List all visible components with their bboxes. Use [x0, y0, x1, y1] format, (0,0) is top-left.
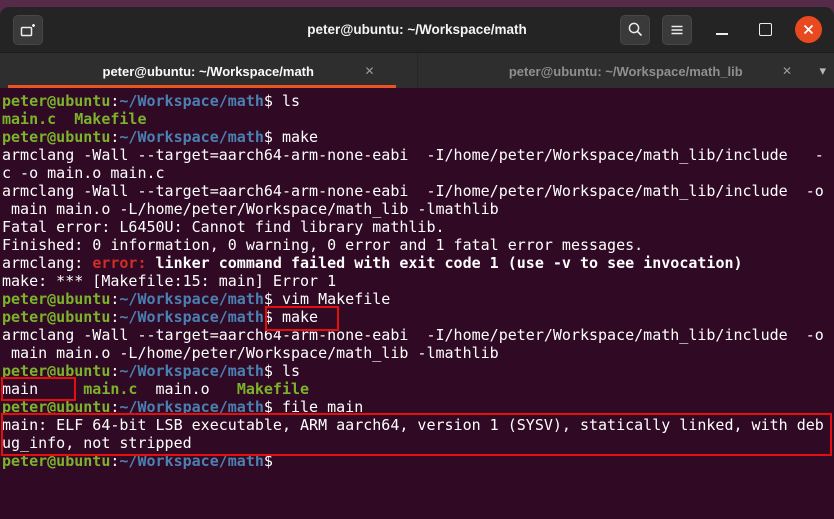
terminal-line: Fatal error: L6450U: Cannot find library…: [2, 218, 834, 236]
new-tab-icon: [20, 22, 36, 38]
titlebar[interactable]: peter@ubuntu: ~/Workspace/math: [0, 7, 834, 52]
tab-math[interactable]: peter@ubuntu: ~/Workspace/math ✕: [0, 53, 417, 89]
menu-icon: [669, 22, 685, 38]
tab-label: peter@ubuntu: ~/Workspace/math: [103, 64, 314, 79]
menu-button[interactable]: [662, 15, 692, 45]
terminal-line: peter@ubuntu:~/Workspace/math$ ls: [2, 92, 834, 110]
tab-bar: peter@ubuntu: ~/Workspace/math ✕ peter@u…: [0, 52, 834, 89]
tab-close-icon[interactable]: ✕: [782, 65, 792, 77]
maximize-button[interactable]: [752, 17, 778, 43]
terminal-line: peter@ubuntu:~/Workspace/math$ file main: [2, 398, 834, 416]
terminal-line: peter@ubuntu:~/Workspace/math$ make: [2, 128, 834, 146]
search-button[interactable]: [620, 15, 650, 45]
terminal-line: main main.o -L/home/peter/Workspace/math…: [2, 344, 834, 362]
minimize-icon: [716, 33, 728, 35]
terminal-line: armclang -Wall --target=aarch64-arm-none…: [2, 326, 834, 344]
terminal-output[interactable]: peter@ubuntu:~/Workspace/math$ lsmain.c …: [0, 88, 834, 519]
close-icon: [803, 24, 814, 35]
terminal-line: c -o main.o main.c: [2, 164, 834, 182]
terminal-line: peter@ubuntu:~/Workspace/math$: [2, 452, 834, 470]
terminal-line: ug_info, not stripped: [2, 434, 834, 452]
tab-close-icon[interactable]: ✕: [364, 65, 374, 77]
terminal-line: armclang: error: linker command failed w…: [2, 254, 834, 272]
maximize-icon: [759, 23, 772, 36]
terminal-line: main main.o -L/home/peter/Workspace/math…: [2, 200, 834, 218]
titlebar-controls: [608, 15, 834, 45]
terminal-line: main: ELF 64-bit LSB executable, ARM aar…: [2, 416, 834, 434]
terminal-line: Finished: 0 information, 0 warning, 0 er…: [2, 236, 834, 254]
terminal-line: armclang -Wall --target=aarch64-arm-none…: [2, 182, 834, 200]
tab-label: peter@ubuntu: ~/Workspace/math_lib: [509, 64, 743, 79]
terminal-line: peter@ubuntu:~/Workspace/math$ ls: [2, 362, 834, 380]
tab-dropdown-icon[interactable]: ▾: [819, 63, 826, 79]
terminal-line: peter@ubuntu:~/Workspace/math$ make: [2, 308, 834, 326]
terminal-line: main.c Makefile: [2, 110, 834, 128]
terminal-line: armclang -Wall --target=aarch64-arm-none…: [2, 146, 834, 164]
window-title: peter@ubuntu: ~/Workspace/math: [307, 22, 527, 37]
terminal-window: peter@ubuntu: ~/Workspace/math: [0, 0, 834, 519]
terminal-line: peter@ubuntu:~/Workspace/math$ vim Makef…: [2, 290, 834, 308]
minimize-button[interactable]: [709, 17, 735, 43]
terminal-line: main main.c main.o Makefile: [2, 380, 834, 398]
new-tab-button[interactable]: [13, 15, 43, 45]
tab-math-lib[interactable]: peter@ubuntu: ~/Workspace/math_lib ✕: [417, 53, 834, 89]
terminal-line: make: *** [Makefile:15: main] Error 1: [2, 272, 834, 290]
search-icon: [627, 21, 644, 38]
close-button[interactable]: [795, 16, 822, 43]
